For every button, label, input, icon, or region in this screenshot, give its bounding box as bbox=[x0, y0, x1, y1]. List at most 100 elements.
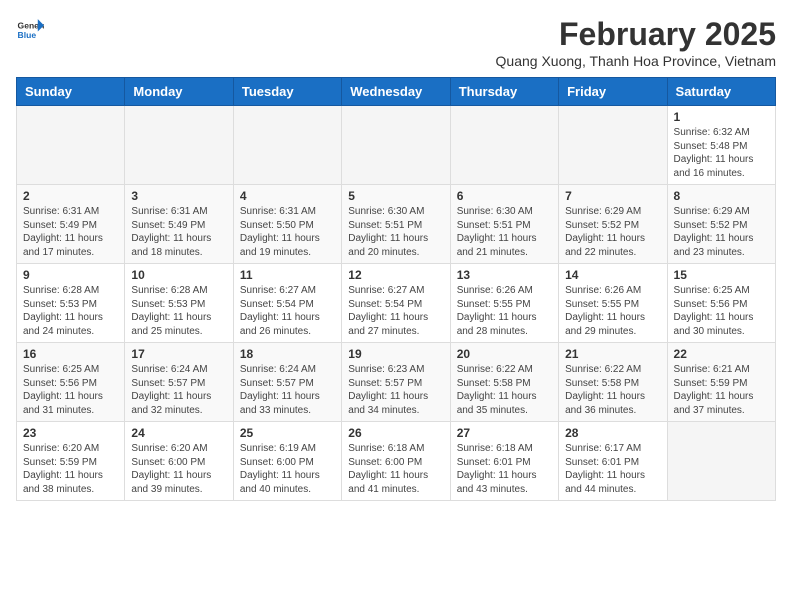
calendar-cell bbox=[342, 106, 450, 185]
calendar-week: 9Sunrise: 6:28 AM Sunset: 5:53 PM Daylig… bbox=[17, 264, 776, 343]
day-info: Sunrise: 6:25 AM Sunset: 5:56 PM Dayligh… bbox=[674, 284, 769, 338]
day-info: Sunrise: 6:30 AM Sunset: 5:51 PM Dayligh… bbox=[457, 205, 552, 259]
calendar-cell: 13 Sunrise: 6:26 AM Sunset: 5:55 PM Dayli… bbox=[450, 264, 558, 343]
day-info: Sunrise: 6:30 AM Sunset: 5:51 PM Dayligh… bbox=[348, 205, 443, 259]
day-info: Sunrise: 6:18 AM Sunset: 6:01 PM Dayligh… bbox=[457, 442, 552, 496]
calendar-cell: 6 Sunrise: 6:30 AM Sunset: 5:51 PM Daylig… bbox=[450, 185, 558, 264]
calendar-week: 2 Sunrise: 6:31 AM Sunset: 5:49 PM Daylig… bbox=[17, 185, 776, 264]
calendar-header: SundayMondayTuesdayWednesdayThursdayFrid… bbox=[17, 78, 776, 106]
day-number: 13 bbox=[457, 268, 552, 282]
day-info: Sunrise: 6:29 AM Sunset: 5:52 PM Dayligh… bbox=[674, 205, 769, 259]
day-info: Sunrise: 6:32 AM Sunset: 5:48 PM Dayligh… bbox=[674, 126, 769, 180]
calendar-cell: 19 Sunrise: 6:23 AM Sunset: 5:57 PM Dayli… bbox=[342, 343, 450, 422]
weekday-header: Monday bbox=[125, 78, 233, 106]
calendar-cell bbox=[17, 106, 125, 185]
calendar-cell: 8 Sunrise: 6:29 AM Sunset: 5:52 PM Daylig… bbox=[667, 185, 775, 264]
day-number: 19 bbox=[348, 347, 443, 361]
day-number: 27 bbox=[457, 426, 552, 440]
day-number: 7 bbox=[565, 189, 660, 203]
calendar-cell bbox=[125, 106, 233, 185]
title-area: February 2025 Quang Xuong, Thanh Hoa Pro… bbox=[496, 16, 776, 69]
day-number: 23 bbox=[23, 426, 118, 440]
svg-text:Blue: Blue bbox=[18, 30, 37, 40]
calendar-cell bbox=[450, 106, 558, 185]
weekday-header: Tuesday bbox=[233, 78, 341, 106]
calendar-cell: 21Sunrise: 6:22 AM Sunset: 5:58 PM Dayli… bbox=[559, 343, 667, 422]
calendar-cell bbox=[667, 422, 775, 501]
day-info: Sunrise: 6:19 AM Sunset: 6:00 PM Dayligh… bbox=[240, 442, 335, 496]
calendar-cell: 24 Sunrise: 6:20 AM Sunset: 6:00 PM Dayli… bbox=[125, 422, 233, 501]
day-info: Sunrise: 6:31 AM Sunset: 5:49 PM Dayligh… bbox=[131, 205, 226, 259]
day-info: Sunrise: 6:28 AM Sunset: 5:53 PM Dayligh… bbox=[23, 284, 118, 338]
calendar-cell: 14 Sunrise: 6:26 AM Sunset: 5:55 PM Dayli… bbox=[559, 264, 667, 343]
calendar-cell: 3 Sunrise: 6:31 AM Sunset: 5:49 PM Daylig… bbox=[125, 185, 233, 264]
calendar-week: 23Sunrise: 6:20 AM Sunset: 5:59 PM Dayli… bbox=[17, 422, 776, 501]
day-number: 5 bbox=[348, 189, 443, 203]
day-number: 3 bbox=[131, 189, 226, 203]
day-info: Sunrise: 6:24 AM Sunset: 5:57 PM Dayligh… bbox=[131, 363, 226, 417]
day-number: 16 bbox=[23, 347, 118, 361]
calendar-cell: 26 Sunrise: 6:18 AM Sunset: 6:00 PM Dayli… bbox=[342, 422, 450, 501]
calendar-cell: 25 Sunrise: 6:19 AM Sunset: 6:00 PM Dayli… bbox=[233, 422, 341, 501]
weekday-header: Sunday bbox=[17, 78, 125, 106]
calendar-cell: 27 Sunrise: 6:18 AM Sunset: 6:01 PM Dayli… bbox=[450, 422, 558, 501]
day-info: Sunrise: 6:20 AM Sunset: 6:00 PM Dayligh… bbox=[131, 442, 226, 496]
calendar-cell: 1 Sunrise: 6:32 AM Sunset: 5:48 PM Daylig… bbox=[667, 106, 775, 185]
calendar: SundayMondayTuesdayWednesdayThursdayFrid… bbox=[16, 77, 776, 501]
day-number: 22 bbox=[674, 347, 769, 361]
day-info: Sunrise: 6:26 AM Sunset: 5:55 PM Dayligh… bbox=[457, 284, 552, 338]
calendar-cell: 2 Sunrise: 6:31 AM Sunset: 5:49 PM Daylig… bbox=[17, 185, 125, 264]
day-info: Sunrise: 6:25 AM Sunset: 5:56 PM Dayligh… bbox=[23, 363, 118, 417]
calendar-cell: 20 Sunrise: 6:22 AM Sunset: 5:58 PM Dayli… bbox=[450, 343, 558, 422]
day-info: Sunrise: 6:23 AM Sunset: 5:57 PM Dayligh… bbox=[348, 363, 443, 417]
day-info: Sunrise: 6:22 AM Sunset: 5:58 PM Dayligh… bbox=[565, 363, 660, 417]
day-info: Sunrise: 6:27 AM Sunset: 5:54 PM Dayligh… bbox=[240, 284, 335, 338]
logo: General Blue bbox=[16, 16, 44, 44]
header-row: SundayMondayTuesdayWednesdayThursdayFrid… bbox=[17, 78, 776, 106]
day-number: 20 bbox=[457, 347, 552, 361]
day-number: 26 bbox=[348, 426, 443, 440]
subtitle: Quang Xuong, Thanh Hoa Province, Vietnam bbox=[496, 53, 776, 69]
day-info: Sunrise: 6:17 AM Sunset: 6:01 PM Dayligh… bbox=[565, 442, 660, 496]
day-info: Sunrise: 6:22 AM Sunset: 5:58 PM Dayligh… bbox=[457, 363, 552, 417]
page-title: February 2025 bbox=[496, 16, 776, 53]
day-number: 17 bbox=[131, 347, 226, 361]
weekday-header: Friday bbox=[559, 78, 667, 106]
calendar-cell: 9Sunrise: 6:28 AM Sunset: 5:53 PM Daylig… bbox=[17, 264, 125, 343]
calendar-cell: 17 Sunrise: 6:24 AM Sunset: 5:57 PM Dayli… bbox=[125, 343, 233, 422]
day-number: 8 bbox=[674, 189, 769, 203]
day-number: 6 bbox=[457, 189, 552, 203]
calendar-week: 16 Sunrise: 6:25 AM Sunset: 5:56 PM Dayli… bbox=[17, 343, 776, 422]
calendar-cell: 18 Sunrise: 6:24 AM Sunset: 5:57 PM Dayli… bbox=[233, 343, 341, 422]
day-number: 14 bbox=[565, 268, 660, 282]
day-number: 4 bbox=[240, 189, 335, 203]
header: General Blue February 2025 Quang Xuong, … bbox=[16, 16, 776, 69]
calendar-cell: 16 Sunrise: 6:25 AM Sunset: 5:56 PM Dayli… bbox=[17, 343, 125, 422]
day-info: Sunrise: 6:31 AM Sunset: 5:49 PM Dayligh… bbox=[23, 205, 118, 259]
logo-icon: General Blue bbox=[16, 16, 44, 44]
weekday-header: Wednesday bbox=[342, 78, 450, 106]
day-number: 15 bbox=[674, 268, 769, 282]
calendar-cell: 22Sunrise: 6:21 AM Sunset: 5:59 PM Dayli… bbox=[667, 343, 775, 422]
day-number: 10 bbox=[131, 268, 226, 282]
day-number: 18 bbox=[240, 347, 335, 361]
calendar-cell: 12Sunrise: 6:27 AM Sunset: 5:54 PM Dayli… bbox=[342, 264, 450, 343]
day-number: 11 bbox=[240, 268, 335, 282]
calendar-cell: 7 Sunrise: 6:29 AM Sunset: 5:52 PM Daylig… bbox=[559, 185, 667, 264]
calendar-cell: 5 Sunrise: 6:30 AM Sunset: 5:51 PM Daylig… bbox=[342, 185, 450, 264]
calendar-cell: 4 Sunrise: 6:31 AM Sunset: 5:50 PM Daylig… bbox=[233, 185, 341, 264]
day-number: 1 bbox=[674, 110, 769, 124]
day-number: 2 bbox=[23, 189, 118, 203]
day-info: Sunrise: 6:24 AM Sunset: 5:57 PM Dayligh… bbox=[240, 363, 335, 417]
day-info: Sunrise: 6:26 AM Sunset: 5:55 PM Dayligh… bbox=[565, 284, 660, 338]
day-info: Sunrise: 6:29 AM Sunset: 5:52 PM Dayligh… bbox=[565, 205, 660, 259]
calendar-cell: 28Sunrise: 6:17 AM Sunset: 6:01 PM Dayli… bbox=[559, 422, 667, 501]
weekday-header: Thursday bbox=[450, 78, 558, 106]
calendar-cell: 23Sunrise: 6:20 AM Sunset: 5:59 PM Dayli… bbox=[17, 422, 125, 501]
day-info: Sunrise: 6:31 AM Sunset: 5:50 PM Dayligh… bbox=[240, 205, 335, 259]
day-info: Sunrise: 6:18 AM Sunset: 6:00 PM Dayligh… bbox=[348, 442, 443, 496]
weekday-header: Saturday bbox=[667, 78, 775, 106]
day-number: 25 bbox=[240, 426, 335, 440]
day-number: 24 bbox=[131, 426, 226, 440]
day-info: Sunrise: 6:27 AM Sunset: 5:54 PM Dayligh… bbox=[348, 284, 443, 338]
